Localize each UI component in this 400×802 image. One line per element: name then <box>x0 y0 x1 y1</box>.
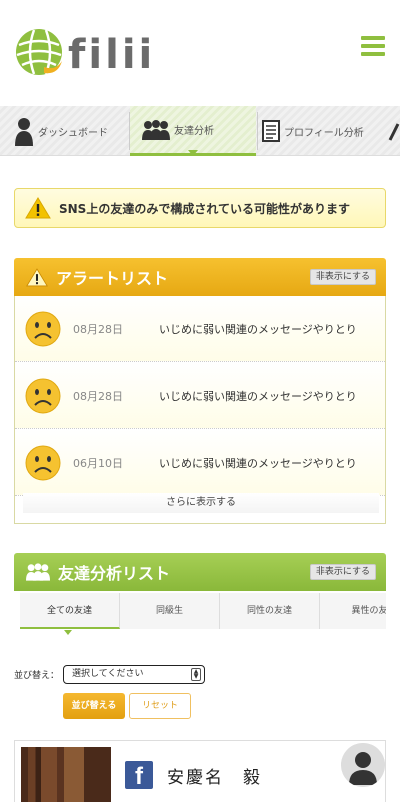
facebook-icon: f <box>125 761 153 790</box>
person-icon <box>15 118 33 146</box>
alert-list-title: アラートリスト <box>56 269 169 288</box>
active-subtab-indicator <box>64 630 72 635</box>
alert-item[interactable]: 08月28日 いじめに弱い関連のメッセージやりとり <box>15 296 385 362</box>
alert-item[interactable]: 06月10日 いじめに弱い関連のメッセージやりとり <box>15 430 385 496</box>
alert-message: いじめに弱い関連のメッセージやりとり <box>159 456 357 470</box>
hamburger-menu-button[interactable] <box>361 36 385 56</box>
warning-banner: SNS上の友達のみで構成されている可能性があります <box>14 188 386 228</box>
warning-icon <box>26 267 48 286</box>
friend-list-title: 友達分析リスト <box>58 564 171 583</box>
globe-logo-icon <box>16 29 62 75</box>
select-arrows-icon: ▲ ▼ <box>191 667 202 681</box>
hide-alerts-button[interactable]: 非表示にする <box>309 269 376 285</box>
sort-select-value: 選択してください <box>72 668 144 679</box>
friend-name: 安慶名 毅 <box>167 768 262 788</box>
main-tabs: ダッシュボード 友達分析 プロフィール分析 <box>0 106 400 156</box>
alert-message: いじめに弱い関連のメッセージやりとり <box>159 322 357 336</box>
group-icon <box>26 563 50 581</box>
active-tab-indicator <box>188 150 198 156</box>
document-icon <box>262 120 280 142</box>
subtab-all-friends[interactable]: 全ての友達 <box>20 593 120 629</box>
sort-button[interactable]: 並び替える <box>63 693 125 719</box>
tab-label: ダッシュボード <box>38 127 108 139</box>
reset-button[interactable]: リセット <box>129 693 191 719</box>
tab-profile-analysis[interactable]: プロフィール分析 <box>262 106 386 156</box>
user-silhouette-icon <box>341 743 385 787</box>
logo-text: filii <box>68 32 156 78</box>
tab-divider <box>257 112 258 150</box>
tab-label: プロフィール分析 <box>284 127 364 139</box>
avatar[interactable] <box>341 743 385 787</box>
alert-date: 08月28日 <box>73 322 123 336</box>
alert-date: 08月28日 <box>73 389 123 403</box>
warning-icon <box>25 197 51 219</box>
sad-face-icon <box>25 445 61 480</box>
subtab-same-gender[interactable]: 同性の友達 <box>220 593 320 629</box>
sad-face-icon <box>25 311 61 346</box>
alert-list: 08月28日 いじめに弱い関連のメッセージやりとり 08月28日 いじめに弱い関… <box>14 296 386 524</box>
show-more-button[interactable]: さらに表示する <box>23 493 379 513</box>
group-icon <box>142 119 170 140</box>
friend-photo <box>21 747 111 802</box>
alert-item[interactable]: 08月28日 いじめに弱い関連のメッセージやりとり <box>15 363 385 429</box>
sort-select[interactable]: 選択してください ▲ ▼ <box>63 664 206 684</box>
warning-text: SNS上の友達のみで構成されている可能性があります <box>59 201 350 216</box>
alert-message: いじめに弱い関連のメッセージやりとり <box>159 389 357 403</box>
friend-card[interactable]: f 安慶名 毅 <box>14 740 386 802</box>
tab-label: 友達分析 <box>174 126 214 137</box>
sort-label: 並び替え： <box>14 670 60 681</box>
subtab-opposite-gender[interactable]: 異性の友 <box>320 593 386 629</box>
friend-list-header: 友達分析リスト 非表示にする <box>14 553 386 591</box>
hide-friends-button[interactable]: 非表示にする <box>309 564 376 580</box>
tab-dashboard[interactable]: ダッシュボード <box>14 106 130 156</box>
pencil-icon <box>388 123 400 141</box>
friend-filter-tabs: 全ての友達 同級生 同性の友達 異性の友 <box>20 593 386 629</box>
filii-logo[interactable]: filii <box>14 26 155 78</box>
alert-date: 06月10日 <box>73 456 123 470</box>
subtab-classmates[interactable]: 同級生 <box>120 593 220 629</box>
sad-face-icon <box>25 378 61 413</box>
app-header: filii <box>0 0 400 106</box>
sort-controls: 並び替え： 選択してください ▲ ▼ <box>14 664 206 684</box>
tab-friend-analysis[interactable]: 友達分析 <box>130 106 256 156</box>
alert-list-header: アラートリスト 非表示にする <box>14 258 386 296</box>
tab-next-partial[interactable] <box>388 106 400 156</box>
hamburger-icon <box>361 36 385 40</box>
